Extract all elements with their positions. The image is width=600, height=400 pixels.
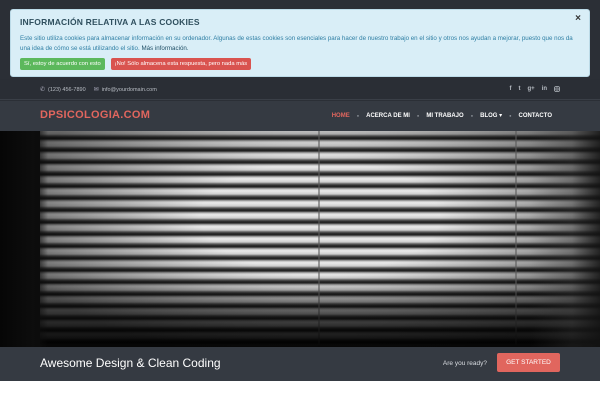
window-frame-right <box>530 131 600 347</box>
nav-contacto[interactable]: CONTACTO <box>519 113 552 119</box>
email-item[interactable]: ✉ info@yourdomain.com <box>93 86 157 94</box>
hero-image <box>0 131 600 347</box>
facebook-icon[interactable]: f <box>509 86 511 94</box>
nav-separator-icon: ● <box>509 113 512 118</box>
cookie-description: Este sitio utiliza cookies para almacena… <box>20 35 573 52</box>
cta-question: Are you ready? <box>442 360 487 367</box>
contact-info: ✆ (123) 456-7890 ✉ info@yourdomain.com <box>40 86 157 94</box>
nav-separator-icon: ● <box>356 113 360 118</box>
envelope-icon: ✉ <box>93 87 99 93</box>
phone-number: (123) 456-7890 <box>48 86 86 93</box>
cta-title: Awesome Design & Clean Coding <box>40 356 221 370</box>
close-icon[interactable]: × <box>575 13 581 24</box>
site-logo[interactable]: DPSICOLOGIA.COM <box>40 109 150 121</box>
call-to-action-bar: Awesome Design & Clean Coding Are you re… <box>0 347 600 381</box>
linkedin-icon[interactable]: in <box>542 86 547 94</box>
cookie-title: INFORMACIÓN RELATIVA A LAS COOKIES <box>20 17 200 27</box>
accept-cookies-button[interactable]: Sí, estoy de acuerdo con esto <box>20 58 105 70</box>
reject-cookies-button[interactable]: ¡No! Sólo almacena esta respuesta, pero … <box>110 58 252 70</box>
google-plus-icon[interactable]: g+ <box>527 86 534 94</box>
nav-separator-icon: ● <box>470 113 474 118</box>
email-address[interactable]: info@yourdomain.com <box>102 87 157 93</box>
top-bar: ✆ (123) 456-7890 ✉ info@yourdomain.com f… <box>0 79 600 100</box>
social-links: f t g+ in <box>509 86 560 94</box>
nav-separator-icon: ● <box>416 113 420 118</box>
nav-acerca-de-mi[interactable]: ACERCA DE MI <box>366 113 410 119</box>
content-area <box>0 381 600 400</box>
phone-icon: ✆ <box>40 87 46 93</box>
get-started-button[interactable]: GET STARTED <box>497 353 560 372</box>
cookie-notice: INFORMACIÓN RELATIVA A LAS COOKIES × Est… <box>10 9 590 77</box>
site-header: DPSICOLOGIA.COM HOME ● ACERCA DE MI ● MI… <box>0 101 600 131</box>
cookie-text: Este sitio utiliza cookies para almacena… <box>20 34 580 54</box>
cookie-buttons: Sí, estoy de acuerdo con esto ¡No! Sólo … <box>20 58 580 70</box>
instagram-icon[interactable] <box>554 86 560 94</box>
twitter-icon[interactable]: t <box>518 86 520 94</box>
nav-home[interactable]: HOME <box>332 113 350 119</box>
hero-shadow <box>40 281 600 347</box>
window-frame-left <box>0 131 48 347</box>
more-info-link[interactable]: Más información. <box>141 45 188 52</box>
main-nav: HOME ● ACERCA DE MI ● MI TRABAJO ● BLOG … <box>332 112 552 120</box>
nav-mi-trabajo[interactable]: MI TRABAJO <box>426 113 463 119</box>
nav-blog[interactable]: BLOG ▾ <box>480 112 502 119</box>
phone-item: ✆ (123) 456-7890 <box>40 86 86 94</box>
